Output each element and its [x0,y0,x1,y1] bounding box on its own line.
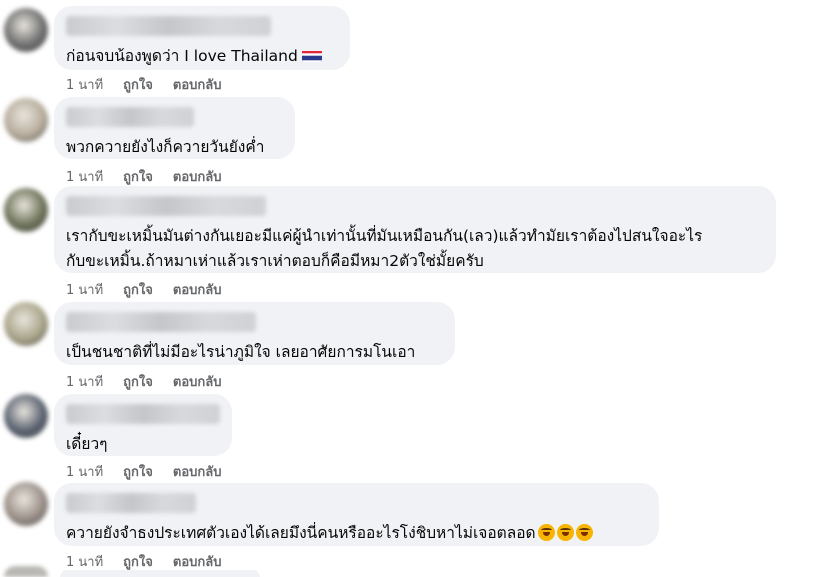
reply-button[interactable]: ตอบกลับ [173,461,222,482]
thailand-flag-icon [301,48,322,62]
comment-text: ควายยังจำธงประเทศตัวเองได้เลยมึงนี่คนหรื… [66,521,647,546]
avatar[interactable] [4,566,48,577]
avatar[interactable] [4,302,48,346]
timestamp[interactable]: 1 นาที [66,279,103,300]
blurred-commenter-name[interactable] [66,404,220,424]
blurred-commenter-name[interactable] [66,312,256,332]
comment-bubble: เรากับขะเหมิ้นมันต่างกันเยอะมีแค่ผู้นำเท… [54,186,776,273]
comment-bubble: เดี๋ยวๆ [54,394,232,456]
comment-actions: 1 นาที ถูกใจ ตอบกลับ [66,166,221,187]
comment-text: เรากับขะเหมิ้นมันต่างกันเยอะมีแค่ผู้นำเท… [66,227,703,270]
blurred-commenter-name[interactable] [66,16,271,36]
like-button[interactable]: ถูกใจ [123,279,153,300]
comment-text: ก่อนจบน้องพูดว่า I love Thailand [66,44,338,69]
comment-text: พวกควายยังไงก็ควายวันยังค่ำ [66,138,265,156]
reply-button[interactable]: ตอบกลับ [173,551,222,572]
timestamp[interactable]: 1 นาที [66,461,103,482]
blurred-commenter-name[interactable] [66,196,266,216]
comment-bubble: เป็นชนชาติที่ไม่มีอะไรน่าภูมิใจ เลยอาศัย… [54,302,455,365]
avatar[interactable] [4,98,48,142]
comment-actions: 1 นาที ถูกใจ ตอบกลับ [66,74,221,95]
blurred-commenter-name[interactable] [66,107,194,127]
like-button[interactable]: ถูกใจ [123,551,153,572]
avatar[interactable] [4,394,48,438]
comment-actions: 1 นาที ถูกใจ ตอบกลับ [66,279,221,300]
comment-text: เดี๋ยวๆ [66,435,108,453]
like-button[interactable]: ถูกใจ [123,371,153,392]
avatar[interactable] [4,8,48,52]
comment-bubble [60,570,260,577]
comment-actions: 1 นาที ถูกใจ ตอบกลับ [66,371,221,392]
comment-actions: 1 นาที ถูกใจ ตอบกลับ [66,461,221,482]
comment-text: เป็นชนชาติที่ไม่มีอะไรน่าภูมิใจ เลยอาศัย… [66,343,416,361]
comment-actions: 1 นาที ถูกใจ ตอบกลับ [66,551,221,572]
like-button[interactable]: ถูกใจ [123,74,153,95]
comment-bubble: พวกควายยังไงก็ควายวันยังค่ำ [54,97,295,159]
comment-bubble: ก่อนจบน้องพูดว่า I love Thailand [54,6,350,70]
rofl-emoji-icon [556,524,574,541]
comment-bubble: ควายยังจำธงประเทศตัวเองได้เลยมึงนี่คนหรื… [54,483,659,546]
reply-button[interactable]: ตอบกลับ [173,166,222,187]
timestamp[interactable]: 1 นาที [66,74,103,95]
reply-button[interactable]: ตอบกลับ [173,74,222,95]
avatar[interactable] [4,482,48,526]
rofl-emoji-icon [537,524,555,541]
reply-button[interactable]: ตอบกลับ [173,371,222,392]
rofl-emoji-icon [575,524,593,541]
timestamp[interactable]: 1 นาที [66,166,103,187]
timestamp[interactable]: 1 นาที [66,371,103,392]
like-button[interactable]: ถูกใจ [123,166,153,187]
like-button[interactable]: ถูกใจ [123,461,153,482]
timestamp[interactable]: 1 นาที [66,551,103,572]
reply-button[interactable]: ตอบกลับ [173,279,222,300]
avatar[interactable] [4,188,48,232]
blurred-commenter-name[interactable] [66,493,196,513]
